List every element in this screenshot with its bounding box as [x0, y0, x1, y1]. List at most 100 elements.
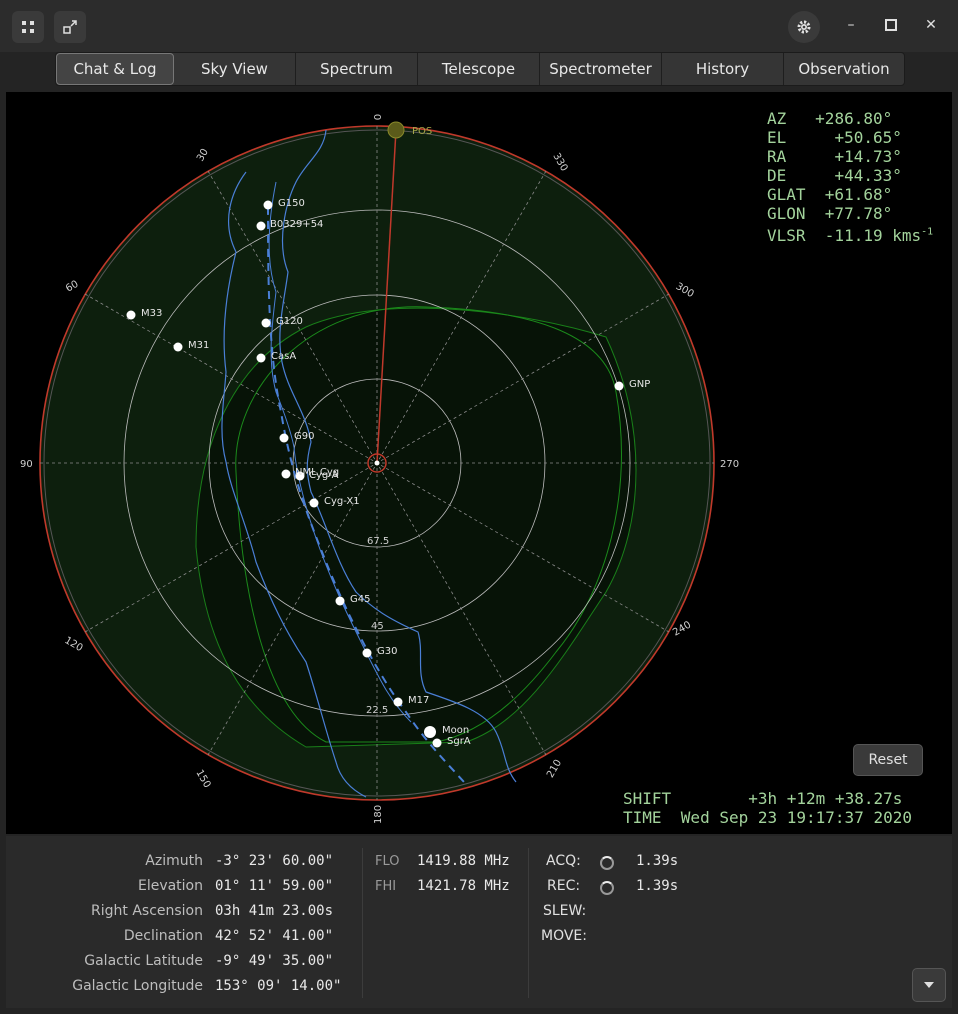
close-button[interactable]: ✕: [920, 14, 942, 36]
tab-bar: Chat & Log Sky View Spectrum Telescope S…: [55, 52, 905, 86]
object-marker-g90[interactable]: [279, 433, 289, 443]
rec-label: REC:: [547, 878, 581, 894]
shift-value: +3h +12m +38.27s: [748, 789, 903, 808]
azimuth-label-150: 150: [193, 768, 212, 790]
reset-button[interactable]: Reset: [853, 744, 923, 776]
object-label-gnp: GNP: [629, 379, 650, 390]
tab-spectrum[interactable]: Spectrum: [296, 53, 418, 85]
az-label: AZ: [767, 109, 787, 128]
object-label-g30: G30: [377, 646, 397, 657]
tab-spectrometer[interactable]: Spectrometer: [540, 53, 662, 85]
sky-view[interactable]: G150 B0329+54 M33 M31 G120 CasA G90 NML …: [6, 92, 952, 834]
el-value: +50.65°: [834, 128, 902, 147]
galactic-latitude-value: -9° 49' 35.00": [215, 953, 334, 969]
elevation-label: Elevation: [137, 878, 203, 894]
azimuth-label-90: 90: [20, 459, 33, 470]
shift-label: SHIFT: [623, 789, 672, 808]
menu-button[interactable]: [912, 968, 946, 1002]
object-marker-nml-cyg[interactable]: [281, 469, 291, 479]
object-label-m31: M31: [188, 340, 209, 351]
time-label: TIME: [623, 808, 662, 827]
object-marker-g45[interactable]: [335, 596, 345, 606]
tab-history[interactable]: History: [662, 53, 784, 85]
maximize-button[interactable]: [880, 14, 902, 36]
object-marker-g150[interactable]: [263, 200, 273, 210]
shift-readout: SHIFT +3h +12m +38.27s: [623, 789, 902, 808]
zenith-dot: [374, 460, 380, 466]
azimuth-label-0: 0: [373, 114, 384, 120]
galactic-longitude-value: 153° 09' 14.00": [215, 978, 342, 994]
declination-label: Declination: [123, 928, 203, 944]
az-readout: AZ +286.80°: [767, 109, 892, 128]
maximize-icon: [885, 19, 897, 31]
azimuth-label-210: 210: [545, 758, 564, 780]
divider: [362, 848, 363, 998]
tab-observation[interactable]: Observation: [784, 53, 904, 85]
acq-value: 1.39s: [636, 853, 679, 869]
title-bar: – ✕: [0, 0, 958, 52]
object-label-cyg-x1: Cyg-X1: [324, 496, 360, 507]
declination-value: 42° 52' 41.00": [215, 928, 334, 944]
glat-readout: GLAT +61.68°: [767, 185, 892, 204]
elevation-label-22: 22.5: [366, 705, 388, 716]
restore-button[interactable]: [54, 11, 86, 43]
object-marker-gnp[interactable]: [614, 381, 624, 391]
object-marker-m31[interactable]: [173, 342, 183, 352]
azimuth-value: -3° 23' 60.00": [215, 853, 334, 869]
glon-label: GLON: [767, 204, 806, 223]
object-label-sgra: SgrA: [447, 736, 471, 747]
right-ascension-value: 03h 41m 23.00s: [215, 903, 334, 919]
azimuth-label: Azimuth: [145, 853, 203, 869]
telescope-position-marker: [387, 121, 405, 139]
gear-icon: [797, 20, 811, 34]
object-marker-g30[interactable]: [362, 648, 372, 658]
vlsr-value: -11.19 kms: [824, 226, 922, 245]
vlsr-unit-exponent: -1: [921, 226, 934, 238]
object-marker-m17[interactable]: [393, 697, 403, 707]
apps-button[interactable]: [12, 11, 44, 43]
object-marker-moon[interactable]: [424, 726, 436, 738]
object-label-b0329: B0329+54: [270, 219, 323, 230]
rec-value: 1.39s: [636, 878, 679, 894]
fhi-label: FHI: [375, 879, 397, 894]
galactic-latitude-label: Galactic Latitude: [84, 953, 203, 969]
az-value: +286.80°: [815, 109, 893, 128]
object-label-g150: G150: [278, 198, 305, 209]
object-label-moon: Moon: [442, 725, 469, 736]
el-readout: EL +50.65°: [767, 128, 902, 147]
minimize-button[interactable]: –: [840, 14, 862, 36]
object-marker-g120[interactable]: [261, 318, 271, 328]
acq-label: ACQ:: [546, 853, 581, 869]
tab-telescope[interactable]: Telescope: [418, 53, 540, 85]
de-label: DE: [767, 166, 787, 185]
object-marker-casa[interactable]: [256, 353, 266, 363]
glon-value: +77.78°: [824, 204, 893, 223]
azimuth-label-270: 270: [720, 459, 739, 470]
chevron-down-icon: [924, 982, 934, 988]
tab-sky-view[interactable]: Sky View: [174, 53, 296, 85]
object-label-m33: M33: [141, 308, 162, 319]
glat-label: GLAT: [767, 185, 806, 204]
flo-value: 1419.88 MHz: [417, 853, 510, 869]
de-value: +44.33°: [834, 166, 902, 185]
object-label-g120: G120: [276, 316, 303, 327]
restore-icon: [63, 20, 77, 34]
tab-chat-log[interactable]: Chat & Log: [56, 53, 174, 85]
object-marker-m33[interactable]: [126, 310, 136, 320]
elevation-label-67: 67.5: [367, 536, 389, 547]
azimuth-label-120: 120: [63, 635, 85, 654]
azimuth-label-330: 330: [550, 151, 569, 173]
object-marker-sgra[interactable]: [432, 738, 442, 748]
object-marker-cyg-x1[interactable]: [309, 498, 319, 508]
object-label-casa: CasA: [271, 351, 296, 362]
settings-button[interactable]: [788, 11, 820, 43]
object-marker-b0329[interactable]: [256, 221, 266, 231]
time-value: Wed Sep 23 19:17:37 2020: [680, 808, 912, 827]
azimuth-label-180: 180: [373, 805, 384, 824]
glon-readout: GLON +77.78°: [767, 204, 892, 223]
acq-spinner-icon: [600, 856, 614, 870]
fhi-value: 1421.78 MHz: [417, 878, 510, 894]
object-label-g90: G90: [294, 431, 314, 442]
time-readout: TIME Wed Sep 23 19:17:37 2020: [623, 808, 912, 827]
divider: [528, 848, 529, 998]
